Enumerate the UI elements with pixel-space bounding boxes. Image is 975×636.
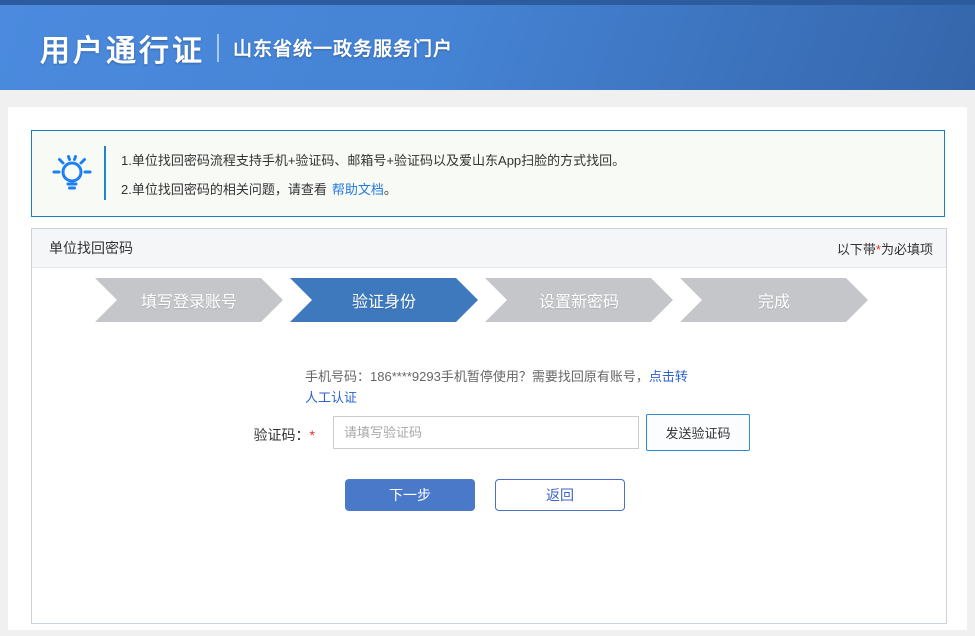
portal-name: 山东省统一政务服务门户 [233,34,453,61]
notice-line-1: 1.单位找回密码流程支持手机+验证码、邮箱号+验证码以及爱山东App扫脸的方式找… [121,146,921,175]
captcha-required-star: * [310,427,315,443]
header-divider [217,34,219,62]
step-verify-identity: 验证身份 [290,278,478,322]
notice-line-2: 2.单位找回密码的相关问题，请查看帮助文档。 [121,175,921,204]
step-complete: 完成 [680,278,868,322]
back-button[interactable]: 返回 [495,479,625,511]
send-code-button[interactable]: 发送验证码 [646,414,750,451]
phone-info-text: 手机号码：186****9293手机暂停使用？需要找回原有账号，点击转人工认证 [305,366,689,408]
notice-text: 1.单位找回密码流程支持手机+验证码、邮箱号+验证码以及爱山东App扫脸的方式找… [121,146,921,204]
password-recovery-page: 用户通行证 山东省统一政务服务门户 1.单位找回密码流程支持手机+验证码、邮箱号… [0,0,975,636]
notice-vertical-divider [104,146,106,200]
lightbulb-icon [48,149,96,197]
captcha-input[interactable] [333,416,639,449]
help-doc-link[interactable]: 帮助文档 [332,182,384,197]
step-indicator: 填写登录账号 验证身份 设置新密码 完成 [95,278,868,322]
next-step-button[interactable]: 下一步 [345,479,475,511]
step-fill-account: 填写登录账号 [95,278,283,322]
brand-title: 用户通行证 [40,26,205,70]
captcha-label: 验证码：* [230,425,315,445]
section-title: 单位找回密码 [49,238,133,258]
required-fields-note: 以下带*为必填项 [837,239,933,258]
section-titlebar: 单位找回密码 以下带*为必填项 [32,229,946,268]
step-set-new-password: 设置新密码 [485,278,673,322]
header-banner: 用户通行证 山东省统一政务服务门户 [0,5,975,90]
